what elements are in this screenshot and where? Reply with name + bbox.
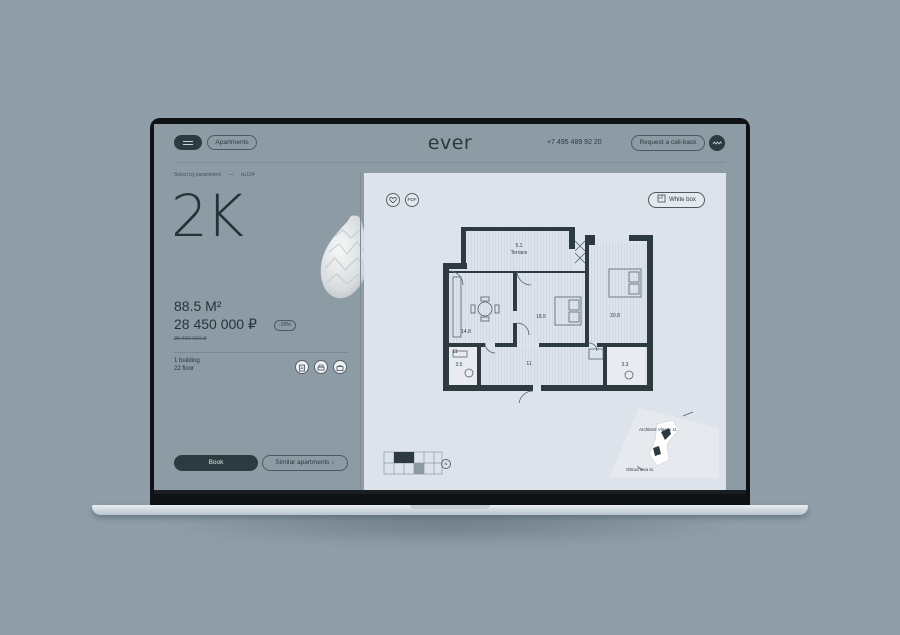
laptop-notch [410,505,490,509]
room-small-area: 11 [452,349,457,355]
panel-divider [360,172,361,490]
apartments-button[interactable]: Apartments [207,135,257,150]
floor-plan-drawing[interactable]: 5.1 Terrace 14.8 18.5 20.8 11 11 3.5 3.3 [429,223,669,403]
printer-icon [317,364,325,371]
phone-number[interactable]: +7 495 489 92 20 [547,139,602,146]
apartment-area: 88.5 M² [174,298,222,314]
document-icon [299,364,305,372]
room-kitchen-area: 14.8 [461,329,471,335]
menu-button[interactable] [174,135,202,150]
room-terrace-label: Terrace [511,250,528,256]
room-bedroom2-area: 20.8 [610,313,620,319]
room-hall-area: 11 [526,361,531,367]
heart-icon [389,197,397,204]
header-divider [174,162,726,163]
compass-icon: N [441,459,451,469]
briefcase-button[interactable] [333,360,347,374]
wave-button[interactable] [709,135,725,151]
street-label-obrucheva: Obrucheva st. [626,467,655,472]
screen-bottom-bar [154,490,746,494]
document-button[interactable] [295,360,309,374]
whitebox-label: White box [669,197,696,203]
discount-badge: -20% [274,320,296,331]
menu-icon-line [183,141,193,142]
floor-plan-panel: PDF White box 5.1 Terrace 14.8 18.5 20.8… [364,173,726,493]
breadcrumb: Select by parameters — №134 [174,172,261,178]
floor-number: 22 floor [174,366,195,372]
briefcase-icon [336,365,344,371]
room-terrace-area: 5.1 [516,243,523,249]
old-price: 35 600 000 ₽ [174,336,207,342]
apartment-type: 2K [171,182,244,250]
info-divider [174,352,348,353]
laptop-screen: Apartments ever +7 495 489 92 20 Request… [154,124,746,494]
book-button[interactable]: Book [174,455,258,471]
breadcrumb-item-select[interactable]: Select by parameters [174,172,221,178]
breadcrumb-item-number: №134 [241,172,255,178]
apartment-price: 28 450 000 ₽ [174,316,257,332]
breadcrumb-separator: — [228,172,234,178]
room-bath1-area: 3.5 [456,362,463,368]
whitebox-icon [657,194,666,203]
favorite-button[interactable] [386,193,400,207]
wave-icon [712,141,722,145]
similar-apartments-button[interactable]: Similar apartments ↓ [262,455,348,471]
printer-button[interactable] [314,360,328,374]
logo[interactable]: ever [419,132,481,154]
room-bath2-area: 3.3 [622,362,629,368]
street-label-vlasov: Architect Vlasov st. [639,427,678,432]
whitebox-button[interactable]: White box [648,192,705,208]
pdf-button[interactable]: PDF [405,193,419,207]
site-header: Apartments ever +7 495 489 92 20 Request… [154,124,746,162]
building-number: 1 building [174,358,200,364]
room-bedroom1-area: 18.5 [536,314,546,320]
callback-button[interactable]: Request a call-back [631,135,705,151]
menu-icon-line [183,144,193,145]
